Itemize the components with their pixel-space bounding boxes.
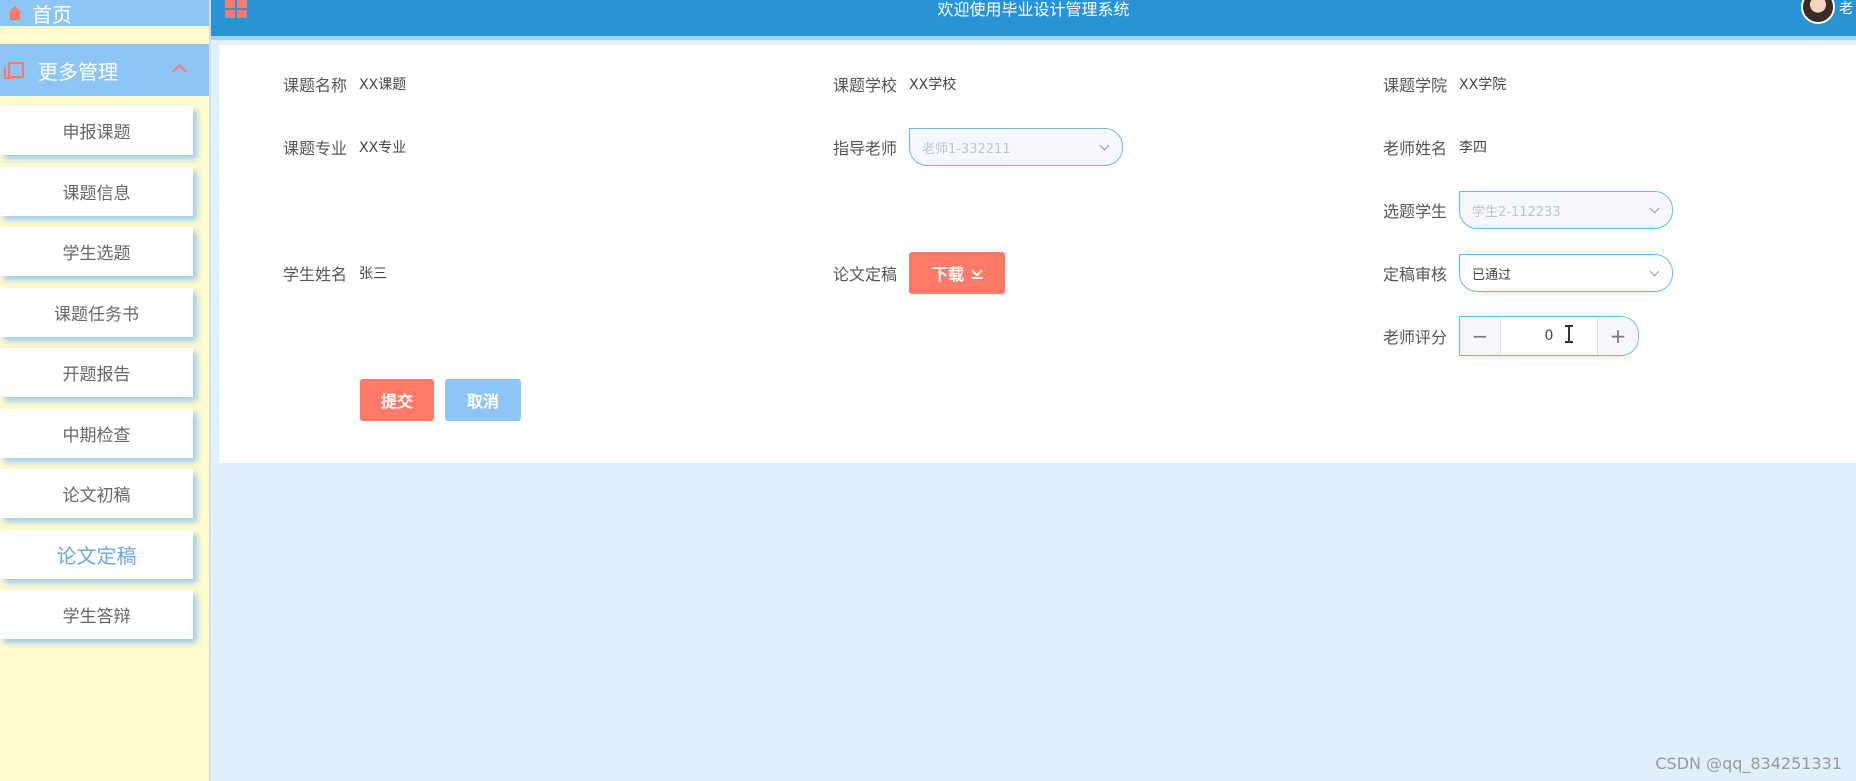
value-topic-major: XX专业 [359,140,407,156]
copy-icon [4,62,24,79]
review-select-value: 已通过 [1472,267,1512,283]
page-title: 欢迎使用毕业设计管理系统 [937,0,1130,19]
increment-button[interactable]: + [1597,317,1639,355]
sidebar-more-label: 更多管理 [38,59,118,84]
sidebar-item-midterm-check[interactable]: 中期检查 [0,408,193,458]
label-teacher-name: 老师姓名 [1383,139,1448,158]
sidebar-item-student-selection[interactable]: 学生选题 [0,227,193,276]
sidebar-item-topic-info[interactable]: 课题信息 [0,166,193,216]
field-student-select: 选题学生 学生2-112233 [1383,190,1674,230]
value-topic-name: XX课题 [359,77,407,93]
sidebar-item-defense[interactable]: 学生答辩 [0,590,193,639]
sidebar-group-more[interactable]: 更多管理 [0,44,209,96]
user-name[interactable]: 老 [1839,0,1853,18]
sidebar-item-home[interactable]: 首页 [0,0,209,27]
review-select[interactable]: 已通过 [1459,254,1674,292]
label-review: 定稿审核 [1383,265,1448,284]
score-value: 0 [1544,328,1554,344]
chevron-down-icon [1649,203,1660,214]
label-score: 老师评分 [1383,328,1448,347]
field-topic-college: 课题学院 XX学院 [1383,64,1506,104]
sidebar: 首页 更多管理 申报课题 课题信息 学生选题 课题任务书 开题报告 中期检查 论… [0,0,211,781]
field-topic-major: 课题专业 XX专业 [283,127,406,167]
score-stepper[interactable]: − 0 + [1459,316,1640,356]
sidebar-submenu: 申报课题 课题信息 学生选题 课题任务书 开题报告 中期检查 论文初稿 论文定稿… [0,106,196,651]
field-score: 老师评分 − 0 + [1383,316,1640,356]
value-topic-college: XX学院 [1459,77,1507,93]
label-final-paper: 论文定稿 [833,265,898,284]
value-student-name: 张三 [359,266,388,282]
text-cursor-icon [1565,325,1574,343]
sidebar-item-proposal-report[interactable]: 开题报告 [0,348,193,397]
cancel-button[interactable]: 取消 [445,379,521,421]
advisor-select[interactable]: 老师1-332211 [909,128,1124,166]
field-review: 定稿审核 已通过 [1383,253,1674,293]
sidebar-item-final-paper[interactable]: 论文定稿 [0,529,193,579]
avatar[interactable] [1801,0,1835,24]
label-topic-major: 课题专业 [283,139,348,158]
download-button-label: 下载 [932,265,965,284]
value-teacher-name: 李四 [1459,140,1488,156]
watermark: CSDN @qq_834251331 [1655,754,1842,773]
chevron-down-icon [1649,266,1660,277]
field-student-name: 学生姓名 张三 [283,253,387,293]
decrement-button[interactable]: − [1460,317,1502,355]
student-select[interactable]: 学生2-112233 [1459,191,1674,229]
chevron-down-icon [1099,140,1110,151]
label-topic-school: 课题学校 [833,76,898,95]
advisor-select-value: 老师1-332211 [922,141,1011,157]
label-student-select: 选题学生 [1383,202,1448,221]
form-card: 课题名称 XX课题 课题学校 XX学校 课题学院 XX学院 课题专业 XX专业 … [219,45,1856,463]
download-button[interactable]: 下载 [909,252,1006,294]
field-final-paper: 论文定稿 下载 [833,252,1006,294]
score-input[interactable]: 0 [1501,317,1597,355]
value-topic-school: XX学校 [909,77,957,93]
download-icon [972,267,984,279]
student-select-value: 学生2-112233 [1472,204,1561,220]
sidebar-item-apply-topic[interactable]: 申报课题 [0,106,193,155]
sidebar-home-label: 首页 [32,2,72,27]
field-topic-school: 课题学校 XX学校 [833,64,956,104]
label-advisor: 指导老师 [833,139,898,158]
submit-button[interactable]: 提交 [360,379,434,421]
field-teacher-name: 老师姓名 李四 [1383,127,1487,167]
top-bar: 欢迎使用毕业设计管理系统 老 [211,0,1856,40]
field-topic-name: 课题名称 XX课题 [283,64,406,104]
field-advisor: 指导老师 老师1-332211 [833,127,1124,167]
sidebar-item-task-book[interactable]: 课题任务书 [0,287,193,337]
label-topic-name: 课题名称 [283,76,348,95]
label-student-name: 学生姓名 [283,265,348,284]
chevron-up-icon [171,63,188,80]
home-icon [8,6,22,20]
label-topic-college: 课题学院 [1383,76,1448,95]
sidebar-item-first-draft[interactable]: 论文初稿 [0,469,193,518]
